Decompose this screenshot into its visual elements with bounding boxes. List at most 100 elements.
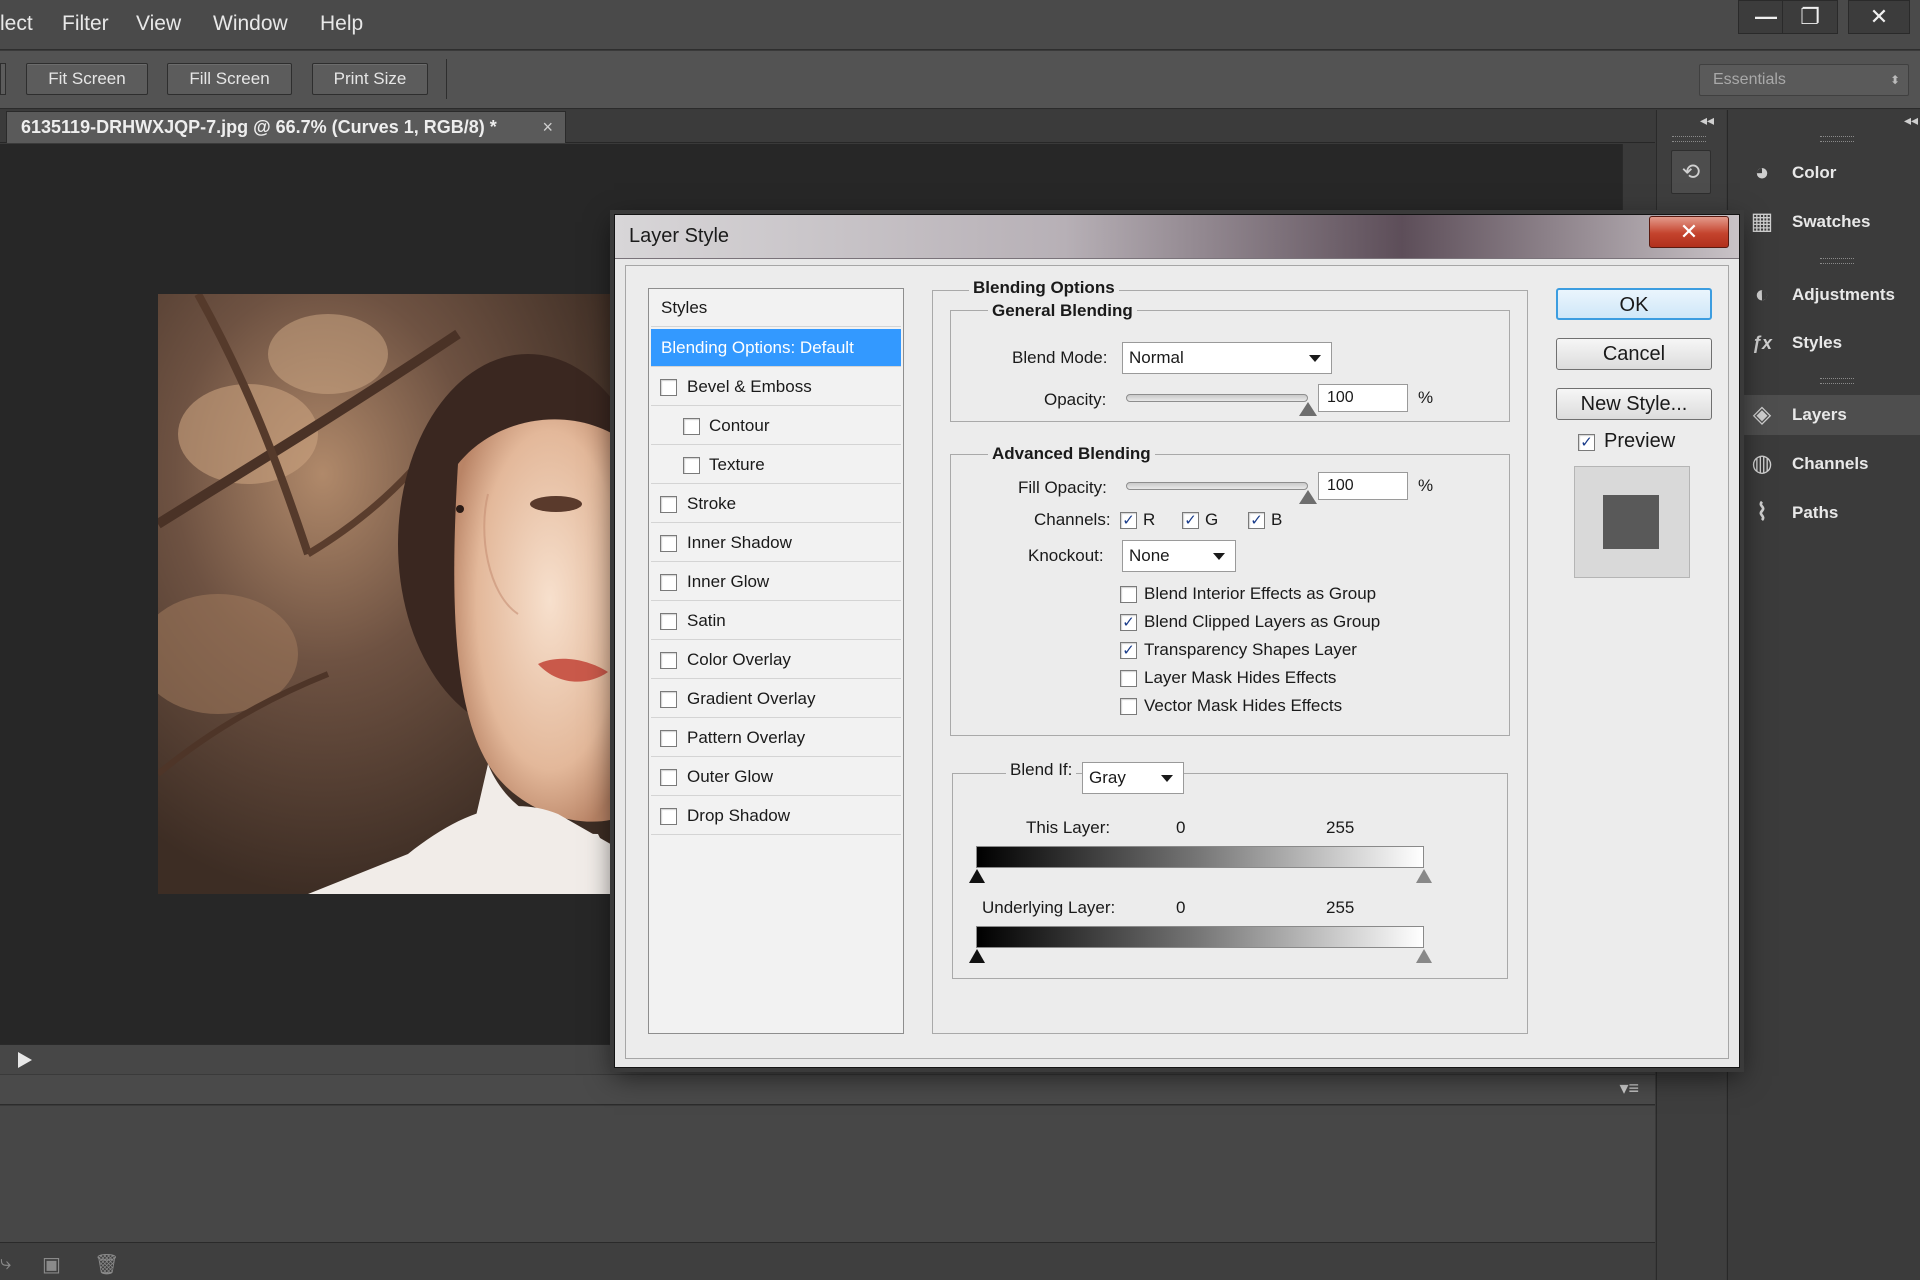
style-checkbox[interactable] — [660, 613, 677, 630]
style-checkbox[interactable] — [660, 769, 677, 786]
styles-header[interactable]: Styles — [651, 289, 901, 327]
collapse-dock-icon[interactable]: ◂◂ — [1700, 112, 1714, 129]
style-item-gradient-overlay[interactable]: Gradient Overlay — [651, 680, 901, 718]
ok-button[interactable]: OK — [1556, 288, 1712, 320]
this-layer-gradient[interactable] — [976, 846, 1424, 868]
workspace-switcher[interactable]: Essentials ⬍ — [1699, 64, 1909, 96]
dialog-close-button[interactable]: ✕ — [1649, 216, 1729, 248]
style-checkbox[interactable] — [660, 496, 677, 513]
channel-r-checkbox[interactable]: ✓ — [1120, 512, 1137, 529]
cancel-button[interactable]: Cancel — [1556, 338, 1712, 370]
trash-icon[interactable]: 🗑 — [94, 1252, 119, 1277]
document-tab[interactable]: 6135119-DRHWXJQP-7.jpg @ 66.7% (Curves 1… — [6, 111, 566, 143]
transparency-shapes-checkbox[interactable]: ✓ — [1120, 642, 1137, 659]
styles-list: Styles Blending Options: Default Bevel &… — [648, 288, 904, 1034]
style-checkbox[interactable] — [660, 730, 677, 747]
this-layer-black-slider[interactable] — [969, 869, 985, 883]
style-item-outer-glow[interactable]: Outer Glow — [651, 758, 901, 796]
fill-opacity-input[interactable]: 100 — [1318, 472, 1408, 500]
style-item-stroke[interactable]: Stroke — [651, 485, 901, 523]
panel-grip[interactable] — [1820, 136, 1854, 142]
dock-grip[interactable] — [1672, 136, 1706, 142]
panel-styles[interactable]: ƒx Styles — [1744, 323, 1920, 363]
style-item-blending-options[interactable]: Blending Options: Default — [651, 329, 901, 367]
preview-label: Preview — [1604, 430, 1676, 452]
channels-icon: ◍ — [1751, 450, 1773, 477]
underlying-white-slider[interactable] — [1416, 949, 1432, 963]
dialog-titlebar[interactable]: Layer Style ✕ — [615, 215, 1739, 259]
channel-r-label: R — [1143, 510, 1156, 529]
fit-screen-button[interactable]: Fit Screen — [26, 63, 148, 95]
menu-item-view[interactable]: View — [136, 12, 181, 36]
blend-interior-checkbox[interactable] — [1120, 586, 1137, 603]
blend-mode-select[interactable]: Normal — [1122, 342, 1332, 374]
opacity-slider-track[interactable] — [1126, 394, 1308, 402]
menu-item-select[interactable]: lect — [0, 12, 33, 36]
this-layer-min: 0 — [1176, 818, 1186, 837]
fill-opacity-slider-thumb[interactable] — [1299, 490, 1317, 504]
blend-clipped-checkbox[interactable]: ✓ — [1120, 614, 1137, 631]
document-tab-title: 6135119-DRHWXJQP-7.jpg @ 66.7% (Curves 1… — [21, 117, 497, 137]
play-icon[interactable] — [18, 1052, 32, 1068]
underlying-black-slider[interactable] — [969, 949, 985, 963]
style-checkbox[interactable] — [660, 652, 677, 669]
restore-button[interactable]: ❐ — [1782, 0, 1838, 34]
print-size-button[interactable]: Print Size — [312, 63, 428, 95]
style-item-contour[interactable]: Contour — [651, 407, 901, 445]
panel-adjustments[interactable]: ◐ Adjustments — [1744, 275, 1920, 315]
channel-g-checkbox[interactable]: ✓ — [1182, 512, 1199, 529]
channel-b-checkbox[interactable]: ✓ — [1248, 512, 1265, 529]
style-checkbox[interactable] — [660, 535, 677, 552]
menu-item-help[interactable]: Help — [320, 12, 363, 36]
style-item-pattern-overlay[interactable]: Pattern Overlay — [651, 719, 901, 757]
blend-if-select[interactable]: Gray — [1082, 762, 1184, 794]
preview-swatch — [1603, 495, 1659, 549]
panel-menu-icon[interactable]: ▾≡ — [1619, 1078, 1639, 1099]
style-item-inner-shadow[interactable]: Inner Shadow — [651, 524, 901, 562]
style-item-satin[interactable]: Satin — [651, 602, 901, 640]
style-item-drop-shadow[interactable]: Drop Shadow — [651, 797, 901, 835]
style-checkbox[interactable] — [683, 457, 700, 474]
panel-color[interactable]: ◕ Color — [1744, 153, 1920, 193]
fill-screen-button[interactable]: Fill Screen — [167, 63, 292, 95]
knockout-select[interactable]: None — [1122, 540, 1236, 572]
menu-item-filter[interactable]: Filter — [62, 12, 109, 36]
fill-opacity-slider-track[interactable] — [1126, 482, 1308, 490]
style-checkbox[interactable] — [660, 379, 677, 396]
panel-swatches[interactable]: ▦ Swatches — [1744, 202, 1920, 242]
layer-style-dialog: Layer Style ✕ Styles Blending Options: D… — [614, 214, 1740, 1068]
link-icon[interactable]: ⤷ — [0, 1252, 11, 1275]
panel-label: Styles — [1792, 333, 1843, 352]
opacity-input[interactable]: 100 — [1318, 384, 1408, 412]
menu-item-window[interactable]: Window — [213, 12, 288, 36]
style-item-color-overlay[interactable]: Color Overlay — [651, 641, 901, 679]
style-item-inner-glow[interactable]: Inner Glow — [651, 563, 901, 601]
underlying-layer-gradient[interactable] — [976, 926, 1424, 948]
collapse-panels-icon[interactable]: ◂◂ — [1904, 112, 1918, 129]
style-item-bevel-emboss[interactable]: Bevel & Emboss — [651, 368, 901, 406]
panel-paths[interactable]: ⌇ Paths — [1744, 493, 1920, 533]
style-item-label: Texture — [709, 455, 765, 474]
style-item-texture[interactable]: Texture — [651, 446, 901, 484]
style-checkbox[interactable] — [683, 418, 700, 435]
panel-grip[interactable] — [1820, 258, 1854, 264]
vector-mask-hides-checkbox[interactable] — [1120, 698, 1137, 715]
preview-checkbox[interactable]: ✓ — [1578, 434, 1595, 451]
workspace-label: Essentials — [1713, 71, 1786, 88]
this-layer-white-slider[interactable] — [1416, 869, 1432, 883]
opacity-slider-thumb[interactable] — [1299, 402, 1317, 416]
layer-mask-hides-checkbox[interactable] — [1120, 670, 1137, 687]
document-tab-bar: 6135119-DRHWXJQP-7.jpg @ 66.7% (Curves 1… — [0, 110, 1655, 143]
new-layer-icon[interactable]: ▣ — [42, 1252, 61, 1277]
close-tab-icon[interactable]: × — [542, 112, 553, 142]
panel-layers[interactable]: ◈ Layers — [1744, 395, 1920, 435]
panel-channels[interactable]: ◍ Channels — [1744, 444, 1920, 484]
style-checkbox[interactable] — [660, 574, 677, 591]
panel-grip[interactable] — [1820, 378, 1854, 384]
style-checkbox[interactable] — [660, 808, 677, 825]
style-checkbox[interactable] — [660, 691, 677, 708]
new-style-button[interactable]: New Style... — [1556, 388, 1712, 420]
history-icon[interactable]: ⟲ — [1671, 150, 1711, 194]
close-window-button[interactable]: ✕ — [1848, 0, 1910, 34]
adjustments-icon: ◐ — [1754, 281, 1770, 308]
